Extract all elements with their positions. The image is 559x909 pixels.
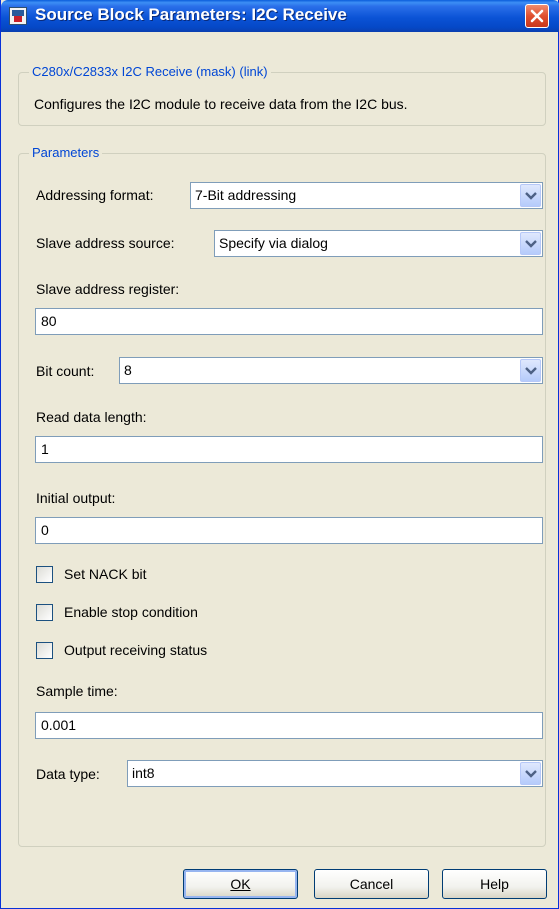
addressing-format-label: Addressing format: bbox=[36, 187, 154, 203]
addressing-format-dropdown-button[interactable] bbox=[520, 184, 541, 207]
data-type-value: int8 bbox=[132, 765, 155, 781]
slave-address-source-select[interactable]: Specify via dialog bbox=[214, 230, 543, 257]
read-data-length-label: Read data length: bbox=[36, 409, 147, 425]
close-button[interactable] bbox=[525, 4, 549, 28]
sample-time-label: Sample time: bbox=[36, 683, 118, 699]
slave-address-source-value: Specify via dialog bbox=[219, 235, 328, 251]
help-button-label: Help bbox=[480, 876, 509, 892]
bit-count-dropdown-button[interactable] bbox=[520, 359, 541, 382]
mask-description: Configures the I2C module to receive dat… bbox=[34, 96, 408, 112]
mask-legend[interactable]: C280x/C2833x I2C Receive (mask) (link) bbox=[29, 64, 271, 79]
slave-address-source-label: Slave address source: bbox=[36, 235, 175, 251]
chevron-down-icon bbox=[525, 770, 537, 778]
data-type-label: Data type: bbox=[36, 766, 100, 782]
bit-count-select[interactable]: 8 bbox=[119, 357, 543, 384]
read-data-length-input[interactable]: 1 bbox=[35, 436, 543, 463]
bit-count-label: Bit count: bbox=[36, 363, 95, 379]
slave-address-register-input[interactable]: 80 bbox=[35, 308, 543, 335]
slave-address-register-label: Slave address register: bbox=[36, 281, 180, 297]
sample-time-input[interactable]: 0.001 bbox=[35, 712, 543, 739]
chevron-down-icon bbox=[525, 192, 537, 200]
bit-count-value: 8 bbox=[124, 362, 132, 378]
set-nack-bit-label[interactable]: Set NACK bit bbox=[64, 566, 146, 582]
addressing-format-value: 7-Bit addressing bbox=[195, 187, 297, 203]
window-title: Source Block Parameters: I2C Receive bbox=[35, 5, 347, 24]
output-receiving-status-label[interactable]: Output receiving status bbox=[64, 642, 207, 658]
cancel-button-label: Cancel bbox=[349, 876, 394, 892]
initial-output-label: Initial output: bbox=[36, 490, 116, 506]
initial-output-input[interactable]: 0 bbox=[35, 517, 543, 544]
simulink-block-icon[interactable] bbox=[9, 7, 27, 25]
set-nack-bit-checkbox[interactable] bbox=[36, 566, 53, 583]
title-bar[interactable]: Source Block Parameters: I2C Receive bbox=[1, 0, 559, 32]
cancel-button[interactable]: Cancel bbox=[314, 869, 429, 899]
output-receiving-status-checkbox[interactable] bbox=[36, 642, 53, 659]
ok-button[interactable]: OK bbox=[183, 869, 298, 899]
chevron-down-icon bbox=[525, 240, 537, 248]
help-button[interactable]: Help bbox=[442, 869, 547, 899]
slave-address-source-dropdown-button[interactable] bbox=[520, 232, 541, 255]
close-icon bbox=[530, 9, 544, 23]
ok-button-label: OK bbox=[230, 876, 251, 892]
enable-stop-condition-label[interactable]: Enable stop condition bbox=[64, 604, 198, 620]
data-type-dropdown-button[interactable] bbox=[520, 762, 541, 785]
parameters-legend: Parameters bbox=[29, 145, 103, 160]
dialog-window: Source Block Parameters: I2C Receive C28… bbox=[0, 0, 559, 909]
chevron-down-icon bbox=[525, 367, 537, 375]
enable-stop-condition-checkbox[interactable] bbox=[36, 604, 53, 621]
data-type-select[interactable]: int8 bbox=[127, 760, 543, 787]
addressing-format-select[interactable]: 7-Bit addressing bbox=[190, 182, 543, 209]
